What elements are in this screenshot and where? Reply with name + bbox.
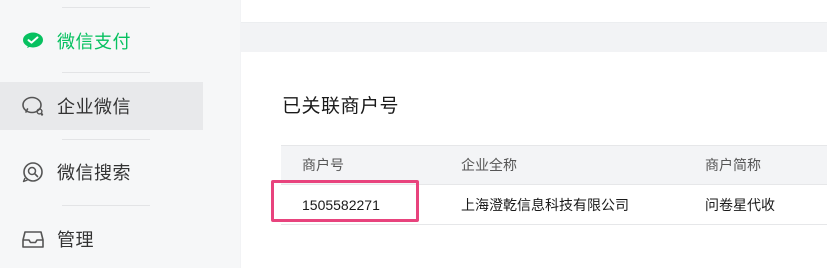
company-name-cell: 上海澄乾信息科技有限公司	[461, 196, 629, 213]
table-header: 商户号 企业全称 商户简称	[281, 145, 827, 184]
linked-merchants-panel: 已关联商户号 商户号 企业全称 商户简称 1505582271 上海澄乾信息科技…	[241, 52, 827, 268]
sidebar-item-work-wechat[interactable]: 企业微信	[0, 82, 203, 130]
sidebar-item-label: 管理	[57, 230, 94, 250]
wechat-search-icon	[21, 160, 45, 184]
short-name-cell: 问卷星代收	[705, 196, 775, 213]
section-title: 已关联商户号	[282, 96, 400, 117]
inbox-icon	[21, 227, 45, 251]
sidebar-divider	[62, 139, 150, 140]
sidebar-item-label: 企业微信	[57, 97, 131, 117]
wechat-pay-icon	[21, 29, 45, 53]
sidebar-item-label: 微信支付	[57, 32, 131, 52]
top-card	[241, 0, 827, 23]
sidebar: 微信支付 企业微信 微信搜索 管理	[0, 0, 240, 268]
sidebar-item-wechat-search[interactable]: 微信搜索	[0, 148, 240, 196]
column-header-short-name: 商户简称	[705, 157, 761, 173]
work-wechat-icon	[21, 94, 45, 118]
sidebar-item-label: 微信搜索	[57, 163, 131, 183]
highlight-annotation	[271, 180, 419, 222]
sidebar-divider	[62, 72, 150, 73]
sidebar-item-manage[interactable]: 管理	[0, 215, 240, 263]
sidebar-divider	[62, 7, 150, 8]
column-header-company-name: 企业全称	[461, 157, 517, 173]
column-header-merchant-id: 商户号	[302, 157, 344, 173]
sidebar-item-wechat-pay[interactable]: 微信支付	[0, 17, 240, 65]
sidebar-divider	[62, 205, 150, 206]
